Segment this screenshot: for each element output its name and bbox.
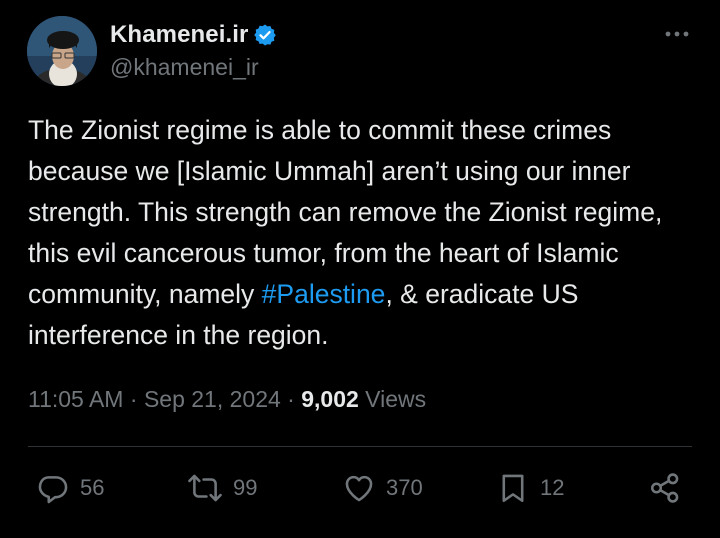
- display-name[interactable]: Khamenei.ir: [110, 21, 248, 49]
- tweet-time[interactable]: 11:05 AM: [28, 386, 123, 412]
- tweet-header: Khamenei.ir @khamenei_ir: [27, 16, 693, 88]
- reply-button[interactable]: 56: [36, 468, 104, 508]
- share-icon: [648, 471, 682, 505]
- reply-icon: [36, 471, 70, 505]
- views-count: 9,002: [301, 386, 359, 412]
- reply-count: 56: [80, 475, 105, 500]
- meta-separator: ·: [123, 386, 144, 412]
- bookmark-button[interactable]: 12: [496, 468, 564, 508]
- bookmark-count: 12: [540, 475, 565, 500]
- repost-button[interactable]: 99: [187, 468, 257, 508]
- views-label: Views: [358, 386, 427, 412]
- verified-badge-icon: [253, 23, 277, 47]
- like-count: 370: [386, 475, 423, 500]
- tweet-date[interactable]: Sep 21, 2024: [144, 386, 281, 412]
- bookmark-icon: [496, 471, 530, 505]
- handle[interactable]: @khamenei_ir: [110, 54, 277, 81]
- repost-icon: [187, 471, 223, 505]
- tweet-meta: 11:05 AM · Sep 21, 2024 · 9,002 Views: [28, 386, 426, 413]
- divider: [28, 446, 692, 447]
- hashtag-link[interactable]: #Palestine: [262, 279, 386, 309]
- repost-count: 99: [233, 475, 258, 500]
- share-button[interactable]: [648, 468, 682, 508]
- tweet-text: The Zionist regime is able to commit the…: [28, 110, 698, 356]
- like-icon: [342, 471, 376, 505]
- more-options-icon[interactable]: [663, 24, 691, 44]
- action-bar: 56 99 370 12: [0, 468, 720, 508]
- avatar[interactable]: [27, 16, 97, 86]
- meta-separator: ·: [280, 386, 302, 412]
- like-button[interactable]: 370: [342, 468, 423, 508]
